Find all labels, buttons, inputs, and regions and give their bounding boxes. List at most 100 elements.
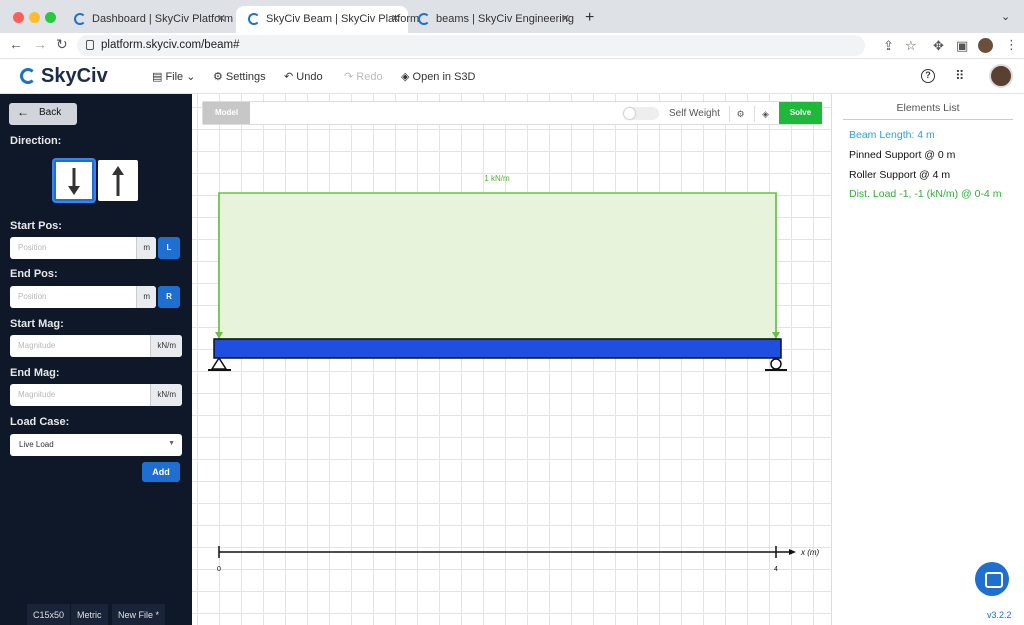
end-mag-unit: kN/m <box>150 384 182 406</box>
load-input-panel: ← Back Direction: Start Pos: Position m … <box>0 94 192 625</box>
chat-support-icon[interactable] <box>975 562 1009 596</box>
element-pinned-support[interactable]: Pinned Support @ 0 m <box>849 149 955 161</box>
settings-menu[interactable]: ⚙ Settings <box>213 70 266 83</box>
tab-title: Dashboard | SkyCiv Platform <box>92 13 234 25</box>
direction-up-button[interactable] <box>98 160 138 201</box>
skyciv-favicon-icon <box>418 13 430 25</box>
start-pos-left-button[interactable]: L <box>158 237 180 259</box>
reload-icon[interactable]: ↻ <box>56 36 68 53</box>
direction-down-button[interactable] <box>54 160 94 201</box>
tab-title: beams | SkyCiv Engineering <box>436 13 574 25</box>
redo-button[interactable]: ↷ Redo <box>344 70 383 83</box>
canvas-toolbar: Model Self Weight ⚙ ◈ Solve <box>202 101 822 125</box>
sidebar-icon[interactable]: ▣ <box>956 38 968 54</box>
browser-tab-beams[interactable]: beams | SkyCiv Engineering ✕ <box>406 6 578 33</box>
add-load-button[interactable]: Add <box>142 462 180 482</box>
end-mag-input[interactable]: Magnitude kN/m <box>10 384 182 406</box>
version-label: v3.2.2 <box>987 610 1012 620</box>
chevron-down-icon: ⌄ <box>183 71 196 83</box>
end-pos-label: End Pos: <box>10 268 58 280</box>
element-beam-length[interactable]: Beam Length: 4 m <box>849 129 935 141</box>
bookmark-star-icon[interactable]: ☆ <box>905 38 917 54</box>
settings-gears-icon[interactable]: ⚙ <box>729 106 751 122</box>
x-axis-start-label: 0 <box>217 566 221 573</box>
roller-support-icon[interactable] <box>770 358 782 370</box>
x-axis-label: x (m) <box>800 548 820 557</box>
open-in-s3d-button[interactable]: ◈ Open in S3D <box>401 70 476 83</box>
section-button[interactable]: C15x50 <box>27 604 71 625</box>
3d-view-icon[interactable]: ◈ <box>754 106 776 122</box>
undo-label: Undo <box>296 71 323 83</box>
pinned-support-icon[interactable] <box>210 356 228 370</box>
start-mag-input[interactable]: Magnitude kN/m <box>10 335 182 357</box>
close-tab-icon[interactable]: ✕ <box>217 12 226 25</box>
undo-icon: ↶ <box>284 71 297 83</box>
file-menu-label: File <box>165 71 184 83</box>
solve-button[interactable]: Solve <box>779 102 822 124</box>
new-tab-icon[interactable]: + <box>585 9 594 27</box>
new-file-button[interactable]: New File * <box>112 604 166 625</box>
element-distributed-load[interactable]: Dist. Load -1, -1 (kN/m) @ 0-4 m <box>849 188 1001 200</box>
elements-list-title: Elements List <box>843 102 1013 120</box>
apps-grid-icon[interactable]: ⠿ <box>955 69 969 83</box>
back-button[interactable]: ← Back <box>9 103 77 125</box>
profile-avatar[interactable] <box>978 38 993 53</box>
start-mag-label: Start Mag: <box>10 318 64 330</box>
load-case-select[interactable]: Live Load ▼ <box>10 434 182 456</box>
more-options-icon[interactable]: ⋮ <box>1005 37 1018 53</box>
self-weight-toggle[interactable] <box>623 107 659 120</box>
end-pos-unit: m <box>136 286 156 308</box>
close-tab-icon[interactable]: ✕ <box>391 12 400 25</box>
skyciv-logo[interactable]: SkyCiv <box>20 65 108 88</box>
close-tab-icon[interactable]: ✕ <box>561 12 570 25</box>
browser-toolbar: ← → ↻ platform.skyciv.com/beam# ⇪ ☆ ✥ ▣ … <box>0 33 1024 59</box>
user-avatar[interactable] <box>989 64 1013 88</box>
settings-label: Settings <box>225 71 266 83</box>
beam-diagram: 1 kN/m 0 4 x (m) <box>208 174 820 573</box>
start-pos-input[interactable]: Position m <box>10 237 156 259</box>
file-menu[interactable]: ▤ File ⌄ <box>152 70 195 83</box>
end-pos-right-button[interactable]: R <box>158 286 180 308</box>
element-roller-support[interactable]: Roller Support @ 4 m <box>849 169 950 181</box>
direction-label: Direction: <box>10 135 62 147</box>
help-icon[interactable]: ? <box>921 69 935 83</box>
file-icon: ▤ <box>152 71 166 83</box>
maximize-window-icon[interactable] <box>45 12 56 23</box>
model-tab[interactable]: Model <box>203 102 250 124</box>
skyciv-logo-icon <box>20 68 36 84</box>
back-arrow-icon: ← <box>17 105 29 119</box>
start-mag-unit: kN/m <box>150 335 182 357</box>
back-label: Back <box>39 107 62 118</box>
forward-arrow-icon[interactable]: → <box>33 36 47 52</box>
lock-icon <box>86 40 94 50</box>
self-weight-label: Self Weight <box>669 108 720 119</box>
undo-button[interactable]: ↶ Undo <box>284 70 323 83</box>
skyciv-favicon-icon <box>248 13 260 25</box>
load-case-label: Load Case: <box>10 416 70 428</box>
extensions-icon[interactable]: ✥ <box>933 38 944 54</box>
browser-tab-skyciv-beam[interactable]: SkyCiv Beam | SkyCiv Platform ✕ <box>236 6 419 33</box>
browser-tab-dashboard[interactable]: Dashboard | SkyCiv Platform ✕ <box>62 6 234 33</box>
back-arrow-icon[interactable]: ← <box>9 36 23 52</box>
redo-icon: ↷ <box>344 71 357 83</box>
end-pos-placeholder: Position <box>18 292 47 301</box>
start-mag-placeholder: Magnitude <box>18 341 56 350</box>
arrow-down-icon <box>68 168 80 195</box>
address-bar[interactable]: platform.skyciv.com/beam# <box>77 35 865 56</box>
beam-member[interactable] <box>213 338 782 359</box>
distributed-load-area[interactable] <box>218 192 777 340</box>
redo-label: Redo <box>356 71 383 83</box>
gears-icon: ⚙ <box>213 71 226 83</box>
browser-tab-bar: Dashboard | SkyCiv Platform ✕ SkyCiv Bea… <box>0 0 1024 33</box>
units-button[interactable]: Metric <box>71 604 108 625</box>
caret-down-icon: ▼ <box>168 440 175 447</box>
app-header: SkyCiv ▤ File ⌄ ⚙ Settings ↶ Undo ↷ Redo… <box>0 59 1024 94</box>
tab-search-chevron-icon[interactable]: ⌄ <box>1001 10 1010 23</box>
start-pos-placeholder: Position <box>18 243 47 252</box>
cube-icon: ◈ <box>401 71 413 83</box>
end-pos-input[interactable]: Position m <box>10 286 156 308</box>
close-window-icon[interactable] <box>13 12 24 23</box>
share-icon[interactable]: ⇪ <box>883 38 894 54</box>
minimize-window-icon[interactable] <box>29 12 40 23</box>
url-text: platform.skyciv.com/beam# <box>101 39 240 51</box>
